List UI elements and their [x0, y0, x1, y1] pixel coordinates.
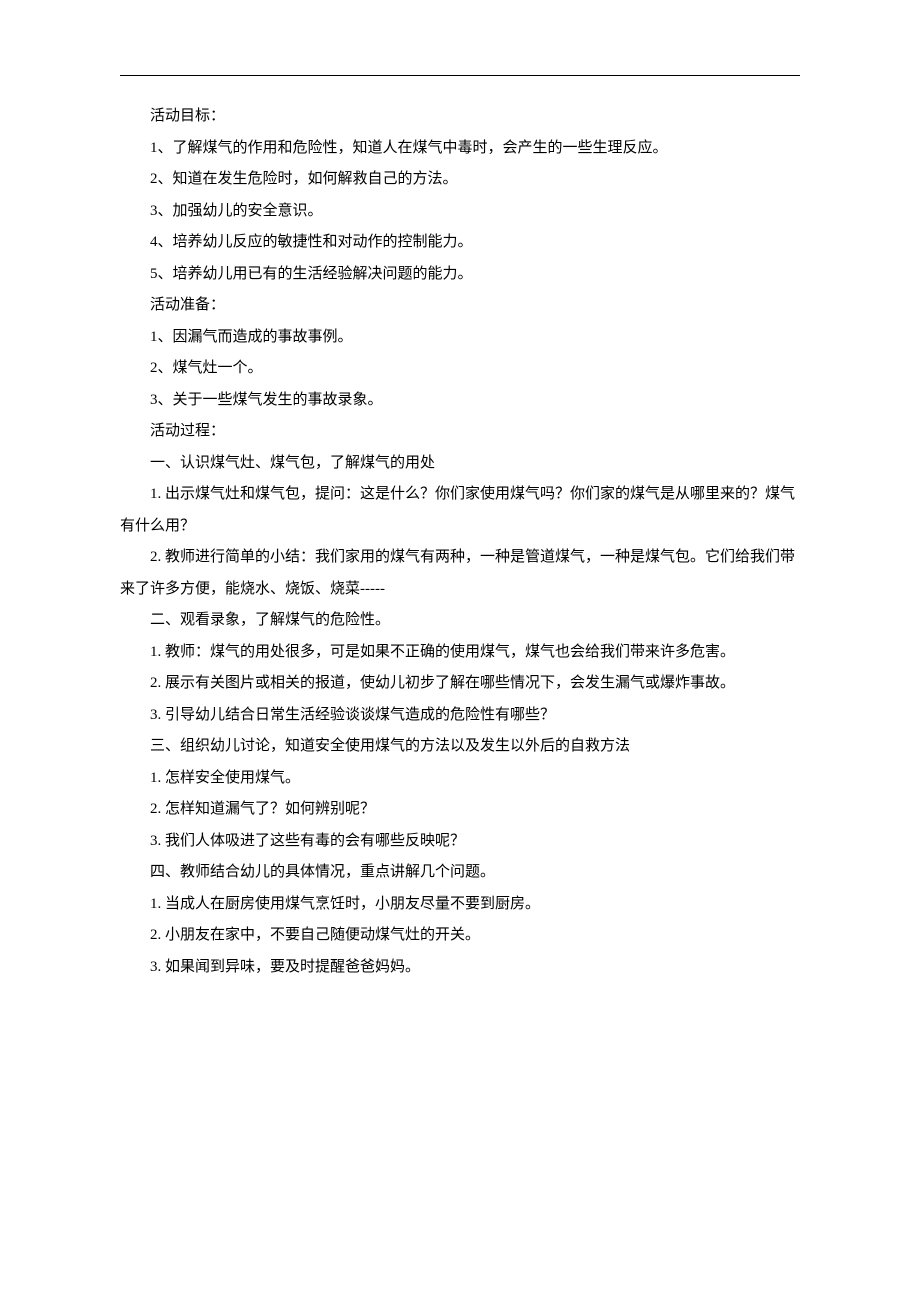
text-line: 3. 引导幼儿结合日常生活经验谈谈煤气造成的危险性有哪些？: [120, 700, 800, 732]
text-line: 三、组织幼儿讨论，知道安全使用煤气的方法以及发生以外后的自救方法: [120, 731, 800, 763]
text-line: 2、知道在发生危险时，如何解救自己的方法。: [120, 164, 800, 196]
text-line: 1、了解煤气的作用和危险性，知道人在煤气中毒时，会产生的一些生理反应。: [120, 133, 800, 165]
text-line: 1. 当成人在厨房使用煤气烹饪时，小朋友尽量不要到厨房。: [120, 889, 800, 921]
document-page: 活动目标：1、了解煤气的作用和危险性，知道人在煤气中毒时，会产生的一些生理反应。…: [0, 0, 920, 983]
text-line: 四、教师结合幼儿的具体情况，重点讲解几个问题。: [120, 857, 800, 889]
text-line: 3、加强幼儿的安全意识。: [120, 196, 800, 228]
text-line: 3. 我们人体吸进了这些有毒的会有哪些反映呢？: [120, 826, 800, 858]
text-line: 一、认识煤气灶、煤气包，了解煤气的用处: [120, 448, 800, 480]
top-divider: [120, 75, 800, 76]
text-line: 活动过程：: [120, 416, 800, 448]
text-line: 4、培养幼儿反应的敏捷性和对动作的控制能力。: [120, 227, 800, 259]
text-line: 2、煤气灶一个。: [120, 353, 800, 385]
text-line: 1. 教师：煤气的用处很多，可是如果不正确的使用煤气，煤气也会给我们带来许多危害…: [120, 637, 800, 669]
text-line: 3. 如果闻到异味，要及时提醒爸爸妈妈。: [120, 952, 800, 984]
text-line: 1、因漏气而造成的事故事例。: [120, 322, 800, 354]
text-line: 活动准备：: [120, 290, 800, 322]
text-line: 2. 小朋友在家中，不要自己随便动煤气灶的开关。: [120, 920, 800, 952]
text-line: 1. 怎样安全使用煤气。: [120, 763, 800, 795]
text-line: 1. 出示煤气灶和煤气包，提问：这是什么？你们家使用煤气吗？你们家的煤气是从哪里…: [120, 479, 800, 542]
document-content: 活动目标：1、了解煤气的作用和危险性，知道人在煤气中毒时，会产生的一些生理反应。…: [120, 101, 800, 983]
text-line: 2. 怎样知道漏气了？如何辨别呢？: [120, 794, 800, 826]
text-line: 3、关于一些煤气发生的事故录象。: [120, 385, 800, 417]
text-line: 2. 展示有关图片或相关的报道，使幼儿初步了解在哪些情况下，会发生漏气或爆炸事故…: [120, 668, 800, 700]
text-line: 2. 教师进行简单的小结：我们家用的煤气有两种，一种是管道煤气，一种是煤气包。它…: [120, 542, 800, 605]
text-line: 5、培养幼儿用已有的生活经验解决问题的能力。: [120, 259, 800, 291]
text-line: 活动目标：: [120, 101, 800, 133]
text-line: 二、观看录象，了解煤气的危险性。: [120, 605, 800, 637]
